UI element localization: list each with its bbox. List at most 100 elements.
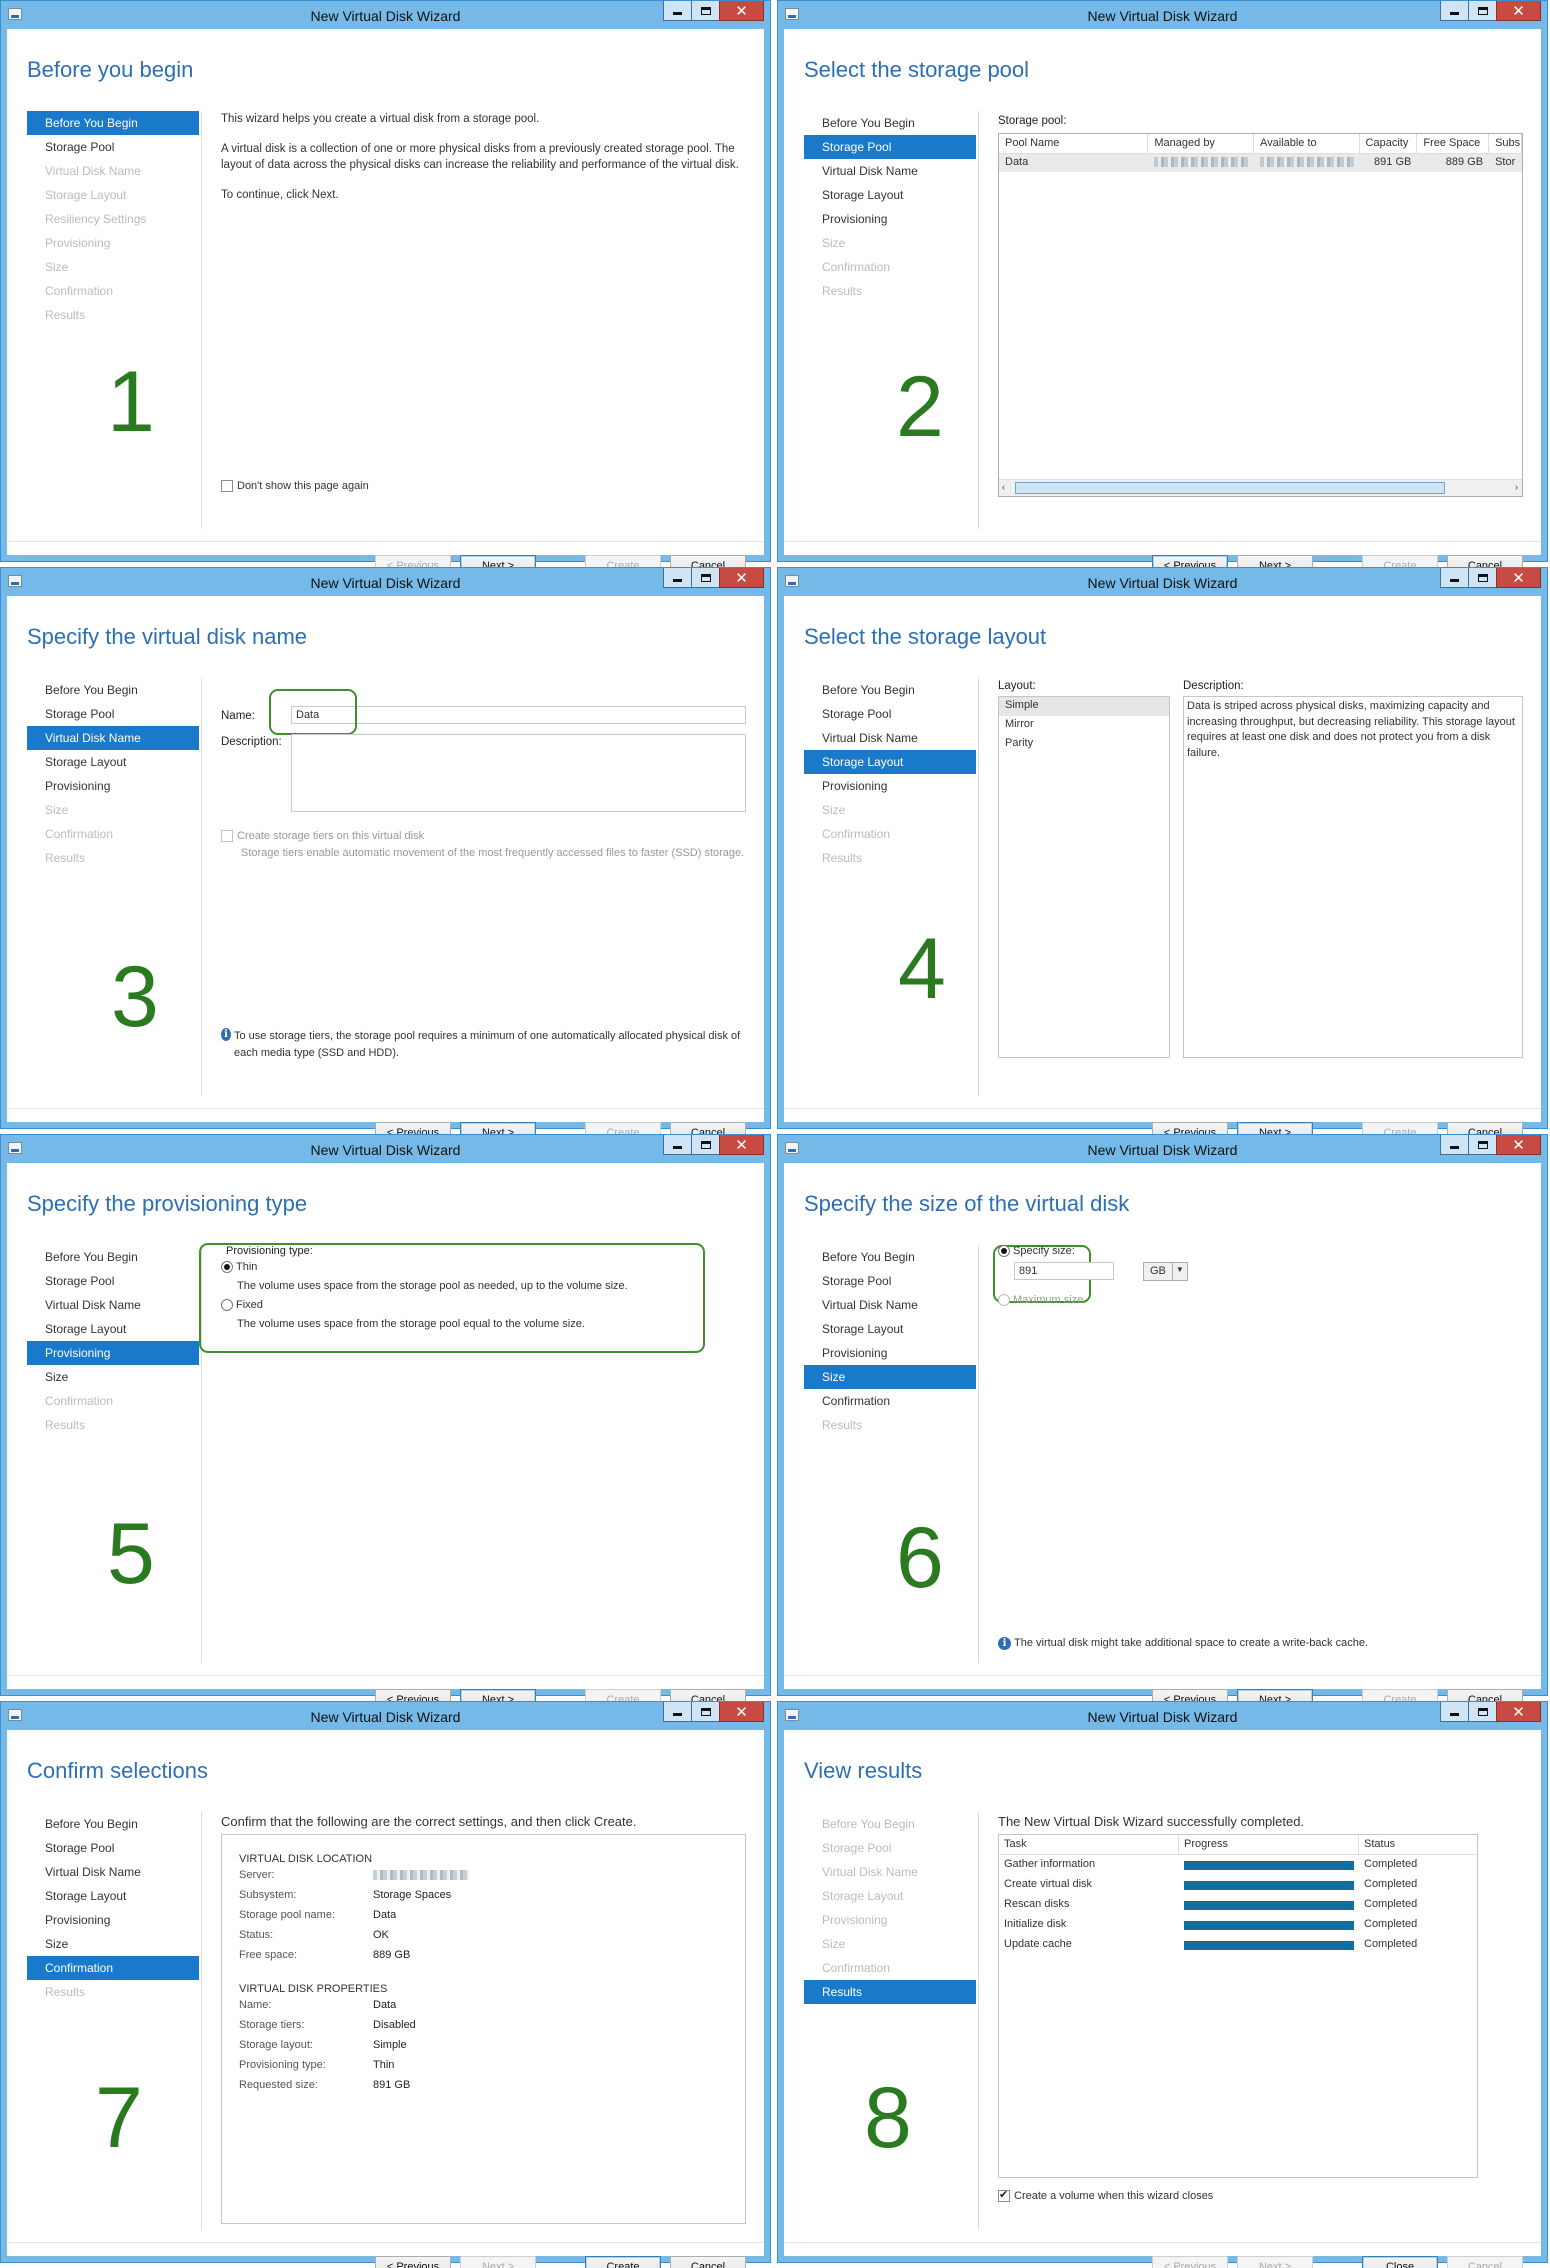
nav-item-storage-layout[interactable]: Storage Layout bbox=[27, 1317, 199, 1341]
col-managed-by[interactable]: Managed by bbox=[1148, 134, 1254, 153]
close-window-button[interactable]: ✕ bbox=[719, 1702, 764, 1722]
thin-radio[interactable]: Thin bbox=[221, 1261, 257, 1274]
nav-item-storage-pool[interactable]: Storage Pool bbox=[27, 1836, 199, 1860]
nav-item-before-you-begin[interactable]: Before You Begin bbox=[27, 111, 199, 135]
maximize-button[interactable] bbox=[1468, 1135, 1497, 1155]
nav-item-confirmation[interactable]: Confirmation bbox=[27, 1956, 199, 1980]
scroll-right-icon[interactable]: › bbox=[1515, 482, 1518, 492]
col-capacity[interactable]: Capacity bbox=[1360, 134, 1418, 153]
col-progress[interactable]: Progress bbox=[1179, 1835, 1359, 1854]
nav-item-provisioning[interactable]: Provisioning bbox=[27, 1341, 199, 1365]
nav-item-virtual-disk-name[interactable]: Virtual Disk Name bbox=[804, 159, 976, 183]
nav-item-storage-layout[interactable]: Storage Layout bbox=[27, 750, 199, 774]
maximize-button[interactable] bbox=[691, 1702, 720, 1722]
create-button[interactable]: Create bbox=[585, 2256, 661, 2268]
horizontal-scrollbar[interactable]: ‹ › bbox=[999, 479, 1522, 496]
minimize-button[interactable] bbox=[663, 1, 692, 21]
nav-item-size[interactable]: Size bbox=[804, 1365, 976, 1389]
list-item-mirror[interactable]: Mirror bbox=[999, 716, 1169, 735]
col-available-to[interactable]: Available to bbox=[1254, 134, 1360, 153]
list-item-parity[interactable]: Parity bbox=[999, 735, 1169, 754]
previous-button[interactable]: < Previous bbox=[375, 2256, 451, 2268]
title-bar[interactable]: New Virtual Disk Wizard ✕ bbox=[1, 1135, 770, 1163]
specify-size-radio[interactable]: Specify size: bbox=[998, 1245, 1075, 1258]
minimize-button[interactable] bbox=[663, 1702, 692, 1722]
radio-button[interactable] bbox=[998, 1245, 1010, 1258]
close-window-button[interactable]: ✕ bbox=[719, 1135, 764, 1155]
description-input[interactable] bbox=[291, 734, 746, 812]
nav-item-size[interactable]: Size bbox=[27, 1932, 199, 1956]
title-bar[interactable]: New Virtual Disk Wizard ✕ bbox=[778, 1135, 1547, 1163]
nav-item-before-you-begin[interactable]: Before You Begin bbox=[27, 1812, 199, 1836]
table-row[interactable]: Initialize disk Completed bbox=[999, 1915, 1477, 1935]
minimize-button[interactable] bbox=[1440, 568, 1469, 588]
checkbox-box[interactable] bbox=[221, 480, 233, 493]
close-window-button[interactable]: ✕ bbox=[1496, 1135, 1541, 1155]
maximize-button[interactable] bbox=[691, 1135, 720, 1155]
col-pool-name[interactable]: Pool Name bbox=[999, 134, 1149, 153]
table-row[interactable]: Update cache Completed bbox=[999, 1935, 1477, 1955]
unit-select[interactable]: GB ▼ bbox=[1143, 1262, 1188, 1281]
scroll-left-icon[interactable]: ‹ bbox=[1002, 482, 1005, 492]
nav-item-storage-layout[interactable]: Storage Layout bbox=[804, 183, 976, 207]
nav-item-before-you-begin[interactable]: Before You Begin bbox=[804, 1245, 976, 1269]
scroll-thumb[interactable] bbox=[1015, 482, 1445, 494]
size-input[interactable]: 891 bbox=[1014, 1262, 1114, 1280]
title-bar[interactable]: New Virtual Disk Wizard ✕ bbox=[1, 1702, 770, 1730]
nav-item-storage-layout[interactable]: Storage Layout bbox=[804, 1317, 976, 1341]
close-window-button[interactable]: ✕ bbox=[1496, 1, 1541, 21]
minimize-button[interactable] bbox=[1440, 1135, 1469, 1155]
maximize-button[interactable] bbox=[1468, 1702, 1497, 1722]
storage-pool-grid[interactable]: Pool Name Managed by Available to Capaci… bbox=[998, 133, 1523, 497]
nav-item-storage-pool[interactable]: Storage Pool bbox=[27, 702, 199, 726]
title-bar[interactable]: New Virtual Disk Wizard ✕ bbox=[778, 1702, 1547, 1730]
cancel-button[interactable]: Cancel bbox=[670, 2256, 746, 2268]
nav-item-storage-pool[interactable]: Storage Pool bbox=[804, 1269, 976, 1293]
close-window-button[interactable]: ✕ bbox=[1496, 568, 1541, 588]
table-row[interactable]: Data 891 GB 889 GB Stor bbox=[999, 154, 1522, 172]
fixed-radio[interactable]: Fixed bbox=[221, 1299, 263, 1312]
nav-item-provisioning[interactable]: Provisioning bbox=[804, 207, 976, 231]
results-table[interactable]: Task Progress Status Gather information C… bbox=[998, 1834, 1478, 2178]
nav-item-virtual-disk-name[interactable]: Virtual Disk Name bbox=[804, 726, 976, 750]
nav-item-virtual-disk-name[interactable]: Virtual Disk Name bbox=[27, 1860, 199, 1884]
col-task[interactable]: Task bbox=[999, 1835, 1179, 1854]
minimize-button[interactable] bbox=[1440, 1, 1469, 21]
nav-item-storage-pool[interactable]: Storage Pool bbox=[27, 1269, 199, 1293]
nav-item-before-you-begin[interactable]: Before You Begin bbox=[804, 678, 976, 702]
layout-list[interactable]: Simple Mirror Parity bbox=[998, 696, 1170, 1058]
title-bar[interactable]: New Virtual Disk Wizard ✕ bbox=[1, 568, 770, 596]
nav-item-provisioning[interactable]: Provisioning bbox=[804, 1341, 976, 1365]
col-subsystem[interactable]: Subs bbox=[1489, 134, 1522, 153]
nav-item-storage-pool[interactable]: Storage Pool bbox=[804, 702, 976, 726]
nav-item-provisioning[interactable]: Provisioning bbox=[27, 1908, 199, 1932]
nav-item-provisioning[interactable]: Provisioning bbox=[27, 774, 199, 798]
minimize-button[interactable] bbox=[663, 568, 692, 588]
close-button[interactable]: Close bbox=[1362, 2256, 1438, 2268]
nav-item-before-you-begin[interactable]: Before You Begin bbox=[804, 111, 976, 135]
nav-item-storage-layout[interactable]: Storage Layout bbox=[804, 750, 976, 774]
nav-item-virtual-disk-name[interactable]: Virtual Disk Name bbox=[804, 1293, 976, 1317]
nav-item-virtual-disk-name[interactable]: Virtual Disk Name bbox=[27, 726, 199, 750]
table-row[interactable]: Create virtual disk Completed bbox=[999, 1875, 1477, 1895]
minimize-button[interactable] bbox=[663, 1135, 692, 1155]
nav-item-before-you-begin[interactable]: Before You Begin bbox=[27, 1245, 199, 1269]
nav-item-results[interactable]: Results bbox=[804, 1980, 976, 2004]
maximize-button[interactable] bbox=[1468, 1, 1497, 21]
maximize-button[interactable] bbox=[691, 568, 720, 588]
name-input[interactable]: Data bbox=[291, 706, 746, 724]
nav-item-provisioning[interactable]: Provisioning bbox=[804, 774, 976, 798]
maximize-button[interactable] bbox=[691, 1, 720, 21]
table-row[interactable]: Gather information Completed bbox=[999, 1855, 1477, 1875]
dont-show-checkbox[interactable]: Don't show this page again bbox=[221, 480, 369, 493]
close-window-button[interactable]: ✕ bbox=[1496, 1702, 1541, 1722]
nav-item-size[interactable]: Size bbox=[27, 1365, 199, 1389]
checkbox-box[interactable] bbox=[998, 2188, 1010, 2203]
radio-button[interactable] bbox=[221, 1261, 233, 1274]
minimize-button[interactable] bbox=[1440, 1702, 1469, 1722]
nav-item-before-you-begin[interactable]: Before You Begin bbox=[27, 678, 199, 702]
nav-item-virtual-disk-name[interactable]: Virtual Disk Name bbox=[27, 1293, 199, 1317]
nav-item-confirmation[interactable]: Confirmation bbox=[804, 1389, 976, 1413]
close-window-button[interactable]: ✕ bbox=[719, 568, 764, 588]
list-item-simple[interactable]: Simple bbox=[999, 697, 1169, 716]
